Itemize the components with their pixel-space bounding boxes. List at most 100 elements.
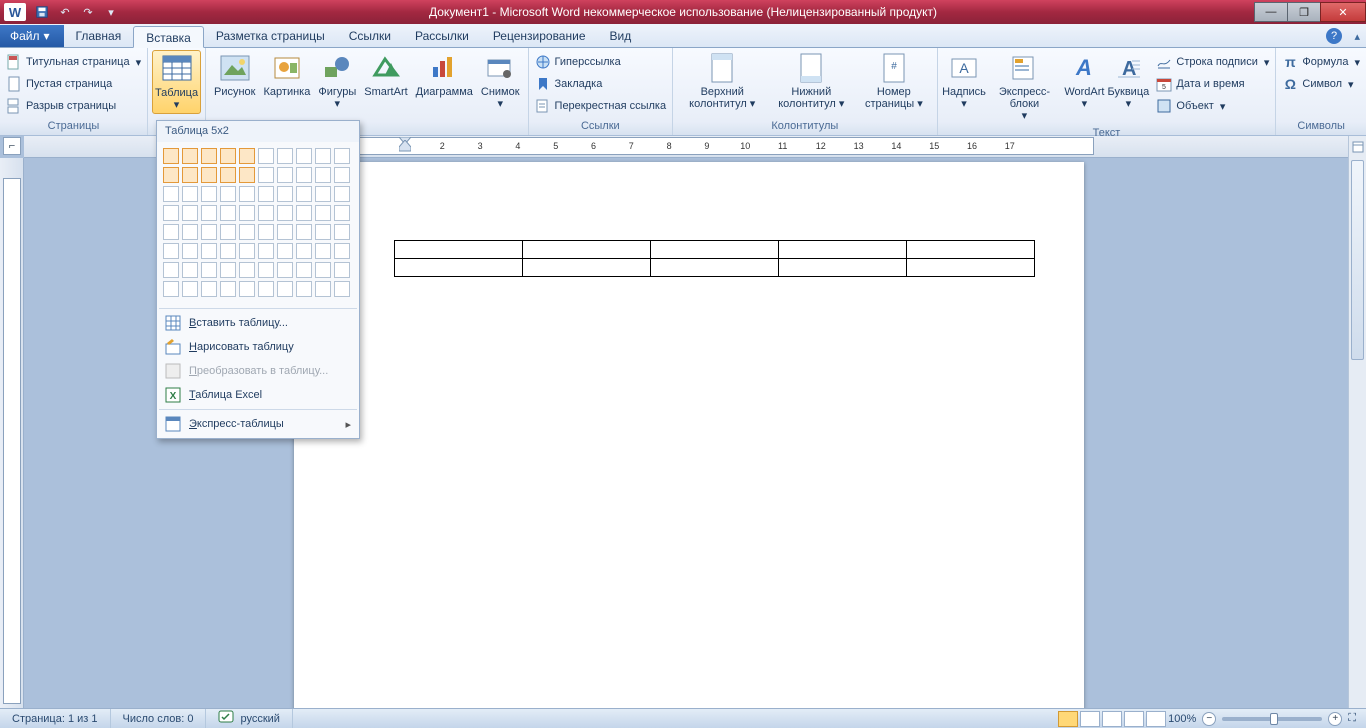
grid-cell[interactable] <box>277 205 293 221</box>
view-print-layout[interactable] <box>1058 711 1078 727</box>
tab-references[interactable]: Ссылки <box>337 25 403 47</box>
maximize-button[interactable]: ❐ <box>1287 2 1321 22</box>
grid-cell[interactable] <box>163 148 179 164</box>
grid-cell[interactable] <box>220 186 236 202</box>
grid-cell[interactable] <box>296 281 312 297</box>
header-button[interactable]: Верхний колонтитул ▾ <box>677 50 767 112</box>
grid-cell[interactable] <box>296 205 312 221</box>
grid-cell[interactable] <box>182 148 198 164</box>
textbox-button[interactable]: AНадпись▾ <box>942 50 987 112</box>
grid-cell[interactable] <box>277 262 293 278</box>
grid-cell[interactable] <box>277 167 293 183</box>
grid-cell[interactable] <box>163 281 179 297</box>
tab-file[interactable]: Файл▾ <box>0 25 64 47</box>
hyperlink-button[interactable]: Гиперссылка <box>533 52 669 72</box>
crossref-button[interactable]: Перекрестная ссылка <box>533 96 669 116</box>
tab-review[interactable]: Рецензирование <box>481 25 598 47</box>
minimize-button[interactable]: — <box>1254 2 1288 22</box>
vertical-scrollbar[interactable] <box>1348 158 1366 708</box>
smartart-button[interactable]: SmartArt <box>360 50 411 100</box>
grid-cell[interactable] <box>258 205 274 221</box>
document-table[interactable] <box>394 240 1035 277</box>
status-language[interactable]: русский <box>206 709 292 728</box>
grid-cell[interactable] <box>315 148 331 164</box>
grid-cell[interactable] <box>182 205 198 221</box>
draw-table-item[interactable]: Нарисовать таблицу <box>157 335 359 359</box>
grid-cell[interactable] <box>277 224 293 240</box>
grid-cell[interactable] <box>182 281 198 297</box>
grid-cell[interactable] <box>201 205 217 221</box>
screenshot-button[interactable]: Снимок▾ <box>477 50 524 112</box>
page-break-button[interactable]: Разрыв страницы <box>4 96 143 116</box>
grid-cell[interactable] <box>296 262 312 278</box>
equation-button[interactable]: πФормула▾ <box>1280 52 1362 72</box>
grid-cell[interactable] <box>277 148 293 164</box>
view-web[interactable] <box>1102 711 1122 727</box>
grid-cell[interactable] <box>296 224 312 240</box>
grid-cell[interactable] <box>239 224 255 240</box>
zoom-in-button[interactable]: + <box>1328 712 1342 726</box>
shapes-button[interactable]: Фигуры▾ <box>314 50 360 112</box>
grid-cell[interactable] <box>258 186 274 202</box>
grid-cell[interactable] <box>334 186 350 202</box>
grid-cell[interactable] <box>239 281 255 297</box>
grid-cell[interactable] <box>315 262 331 278</box>
grid-cell[interactable] <box>182 224 198 240</box>
status-page[interactable]: Страница: 1 из 1 <box>0 709 111 728</box>
grid-cell[interactable] <box>239 243 255 259</box>
grid-cell[interactable] <box>163 205 179 221</box>
insert-table-item[interactable]: Вставить таблицу... <box>157 311 359 335</box>
grid-cell[interactable] <box>220 205 236 221</box>
blank-page-button[interactable]: Пустая страница <box>4 74 143 94</box>
tab-home[interactable]: Главная <box>64 25 134 47</box>
footer-button[interactable]: Нижний колонтитул ▾ <box>767 50 855 112</box>
grid-cell[interactable] <box>239 205 255 221</box>
status-words[interactable]: Число слов: 0 <box>111 709 207 728</box>
grid-cell[interactable] <box>315 205 331 221</box>
grid-cell[interactable] <box>296 186 312 202</box>
wordart-button[interactable]: AWordArt▾ <box>1062 50 1106 112</box>
grid-cell[interactable] <box>239 148 255 164</box>
grid-cell[interactable] <box>220 262 236 278</box>
dropcap-button[interactable]: AБуквица▾ <box>1106 50 1150 112</box>
grid-cell[interactable] <box>258 167 274 183</box>
tab-mailings[interactable]: Рассылки <box>403 25 481 47</box>
object-button[interactable]: Объект▾ <box>1154 96 1271 116</box>
zoom-slider[interactable] <box>1222 717 1322 721</box>
grid-cell[interactable] <box>315 186 331 202</box>
grid-cell[interactable] <box>258 224 274 240</box>
grid-cell[interactable] <box>163 224 179 240</box>
qat-save-icon[interactable] <box>32 3 52 21</box>
grid-cell[interactable] <box>334 167 350 183</box>
tab-view[interactable]: Вид <box>598 25 644 47</box>
help-icon[interactable]: ? <box>1326 28 1342 44</box>
grid-cell[interactable] <box>296 243 312 259</box>
scrollbar-thumb[interactable] <box>1351 160 1364 360</box>
grid-cell[interactable] <box>220 281 236 297</box>
grid-cell[interactable] <box>334 243 350 259</box>
grid-cell[interactable] <box>334 205 350 221</box>
grid-cell[interactable] <box>220 243 236 259</box>
view-fullscreen[interactable] <box>1080 711 1100 727</box>
view-outline[interactable] <box>1124 711 1144 727</box>
signature-line-button[interactable]: Строка подписи▾ <box>1154 52 1271 72</box>
grid-cell[interactable] <box>258 262 274 278</box>
ruler-toggle-icon[interactable] <box>1348 136 1366 158</box>
quick-tables-item[interactable]: Экспресс-таблицы▸ <box>157 412 359 436</box>
grid-cell[interactable] <box>277 281 293 297</box>
datetime-button[interactable]: 5Дата и время <box>1154 74 1271 94</box>
symbol-button[interactable]: ΩСимвол▾ <box>1280 74 1362 94</box>
grid-cell[interactable] <box>239 262 255 278</box>
picture-button[interactable]: Рисунок <box>210 50 260 100</box>
view-draft[interactable] <box>1146 711 1166 727</box>
vertical-ruler[interactable] <box>0 158 24 708</box>
grid-cell[interactable] <box>163 243 179 259</box>
tab-selector[interactable]: ⌐ <box>3 137 21 155</box>
qat-redo-icon[interactable]: ↷ <box>78 3 98 21</box>
table-button[interactable]: Таблица▾ <box>152 50 201 114</box>
quickparts-button[interactable]: Экспресс-блоки▾ <box>986 50 1062 124</box>
fullscreen-icon[interactable]: ⛶ <box>1344 712 1360 725</box>
qat-undo-icon[interactable]: ↶ <box>55 3 75 21</box>
grid-cell[interactable] <box>220 148 236 164</box>
grid-cell[interactable] <box>277 243 293 259</box>
